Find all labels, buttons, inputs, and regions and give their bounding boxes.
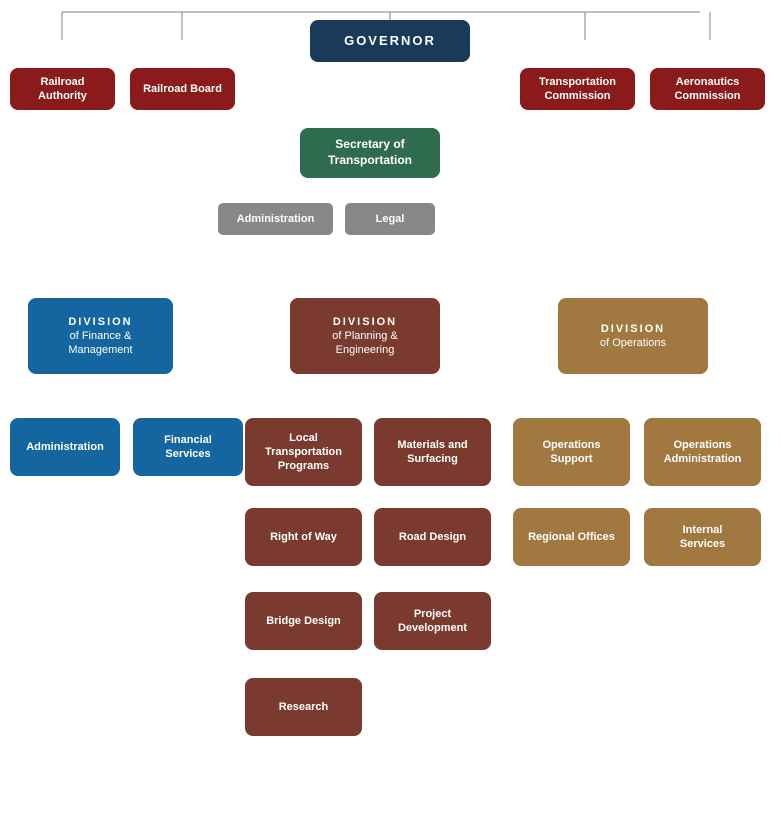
org-chart: GOVERNOR RailroadAuthority Railroad Boar… [0, 0, 781, 40]
materials-surfacing-node: Materials andSurfacing [374, 418, 491, 486]
governor-node: GOVERNOR [310, 20, 470, 62]
project-development-node: ProjectDevelopment [374, 592, 491, 650]
railroad-authority-node: RailroadAuthority [10, 68, 115, 110]
research-node: Research [245, 678, 362, 736]
ops-admin-node: OperationsAdministration [644, 418, 761, 486]
administration-staff-node: Administration [218, 203, 333, 235]
div-planning-node: DIVISION of Planning &Engineering [290, 298, 440, 374]
transportation-commission-node: TransportationCommission [520, 68, 635, 110]
div-finance-node: DIVISION of Finance &Management [28, 298, 173, 374]
administration-child-node: Administration [10, 418, 120, 476]
local-transportation-node: LocalTransportationPrograms [245, 418, 362, 486]
legal-node: Legal [345, 203, 435, 235]
right-of-way-node: Right of Way [245, 508, 362, 566]
secretary-node: Secretary ofTransportation [300, 128, 440, 178]
railroad-board-node: Railroad Board [130, 68, 235, 110]
ops-support-node: OperationsSupport [513, 418, 630, 486]
road-design-node: Road Design [374, 508, 491, 566]
internal-services-node: InternalServices [644, 508, 761, 566]
div-operations-node: DIVISION of Operations [558, 298, 708, 374]
financial-services-node: FinancialServices [133, 418, 243, 476]
aeronautics-commission-node: AeronauticsCommission [650, 68, 765, 110]
bridge-design-node: Bridge Design [245, 592, 362, 650]
regional-offices-node: Regional Offices [513, 508, 630, 566]
